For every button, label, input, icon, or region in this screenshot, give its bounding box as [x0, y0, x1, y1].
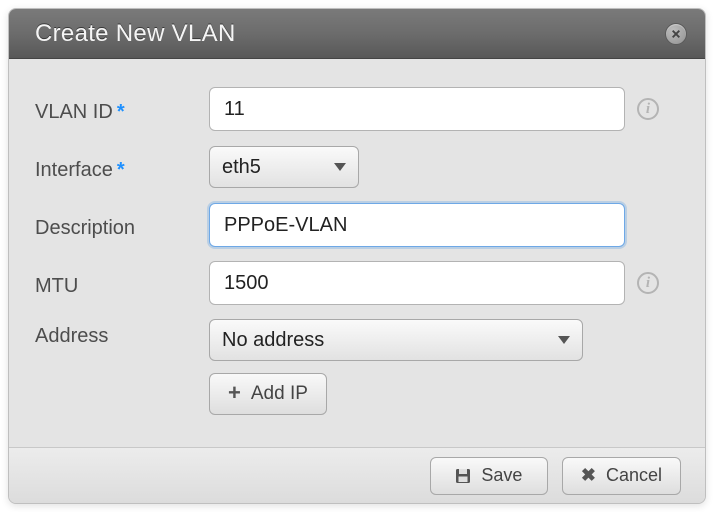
label-text: Description — [35, 217, 135, 239]
mtu-input[interactable] — [209, 261, 625, 305]
close-button[interactable] — [665, 23, 687, 45]
label-description: Description — [35, 211, 209, 240]
button-label: Add IP — [251, 383, 308, 405]
label-mtu: MTU — [35, 269, 209, 298]
chevron-down-icon — [558, 336, 570, 344]
row-vlan-id: VLAN ID* i — [35, 87, 675, 131]
save-button[interactable]: Save — [430, 457, 548, 495]
address-select[interactable]: No address — [209, 319, 583, 361]
plus-icon: + — [228, 380, 241, 406]
select-value: eth5 — [222, 156, 261, 179]
dialog-footer: Save ✖ Cancel — [9, 447, 705, 503]
row-address: Address No address + Add IP — [35, 319, 675, 415]
cancel-button[interactable]: ✖ Cancel — [562, 457, 681, 495]
label-text: Address — [35, 325, 108, 347]
close-icon — [671, 29, 681, 39]
required-marker: * — [117, 159, 125, 181]
label-text: Interface — [35, 159, 113, 181]
create-vlan-dialog: Create New VLAN VLAN ID* i Interface* — [8, 8, 706, 504]
chevron-down-icon — [334, 163, 346, 171]
required-marker: * — [117, 101, 125, 123]
info-icon[interactable]: i — [637, 272, 659, 294]
label-text: MTU — [35, 275, 78, 297]
description-input[interactable] — [209, 203, 625, 247]
dialog-title: Create New VLAN — [35, 20, 236, 48]
label-interface: Interface* — [35, 153, 209, 182]
interface-select[interactable]: eth5 — [209, 146, 359, 188]
dialog-titlebar: Create New VLAN — [9, 9, 705, 59]
button-label: Save — [481, 465, 522, 486]
label-vlan-id: VLAN ID* — [35, 95, 209, 124]
vlan-id-input[interactable] — [209, 87, 625, 131]
button-label: Cancel — [606, 465, 662, 486]
row-description: Description — [35, 203, 675, 247]
info-icon[interactable]: i — [637, 98, 659, 120]
add-ip-button[interactable]: + Add IP — [209, 373, 327, 415]
label-text: VLAN ID — [35, 101, 113, 123]
dialog-body: VLAN ID* i Interface* eth5 — [9, 59, 705, 447]
save-icon — [455, 468, 471, 484]
label-address: Address — [35, 319, 209, 348]
row-interface: Interface* eth5 — [35, 145, 675, 189]
select-value: No address — [222, 329, 324, 352]
row-mtu: MTU i — [35, 261, 675, 305]
cancel-icon: ✖ — [581, 465, 596, 486]
